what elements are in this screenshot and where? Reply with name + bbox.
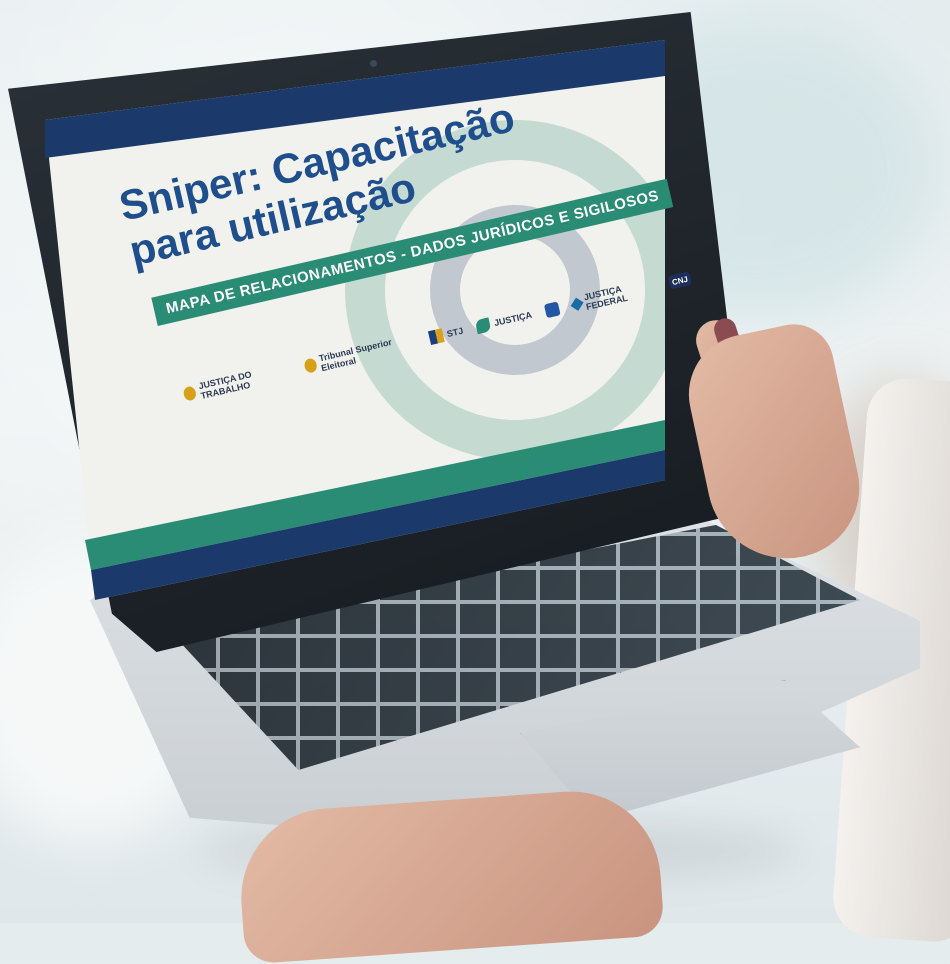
stj-icon <box>427 328 445 346</box>
undp-icon <box>543 301 561 319</box>
undp-logo <box>543 301 561 319</box>
tribunal-superior-eleitoral-logo: Tribunal Superior Eleitoral <box>302 332 418 377</box>
justica-federal-logo: JUSTIÇA FEDERAL <box>570 276 657 315</box>
justica-icon <box>475 317 492 335</box>
tse-icon <box>302 357 318 374</box>
justica-federal-icon <box>570 297 584 311</box>
cnj-icon: CNJ <box>667 271 693 290</box>
stj-logo: STJ <box>427 324 465 346</box>
justica-do-trabalho-logo: JUSTIÇA DO TRABALHO <box>182 360 293 404</box>
photo-scene: Sniper: Capacitação para utilização MAPA… <box>0 0 950 964</box>
justica-logo: JUSTIÇA <box>475 308 533 335</box>
justica-do-trabalho-icon <box>182 385 198 402</box>
cnj-logo: CNJ <box>667 271 693 290</box>
